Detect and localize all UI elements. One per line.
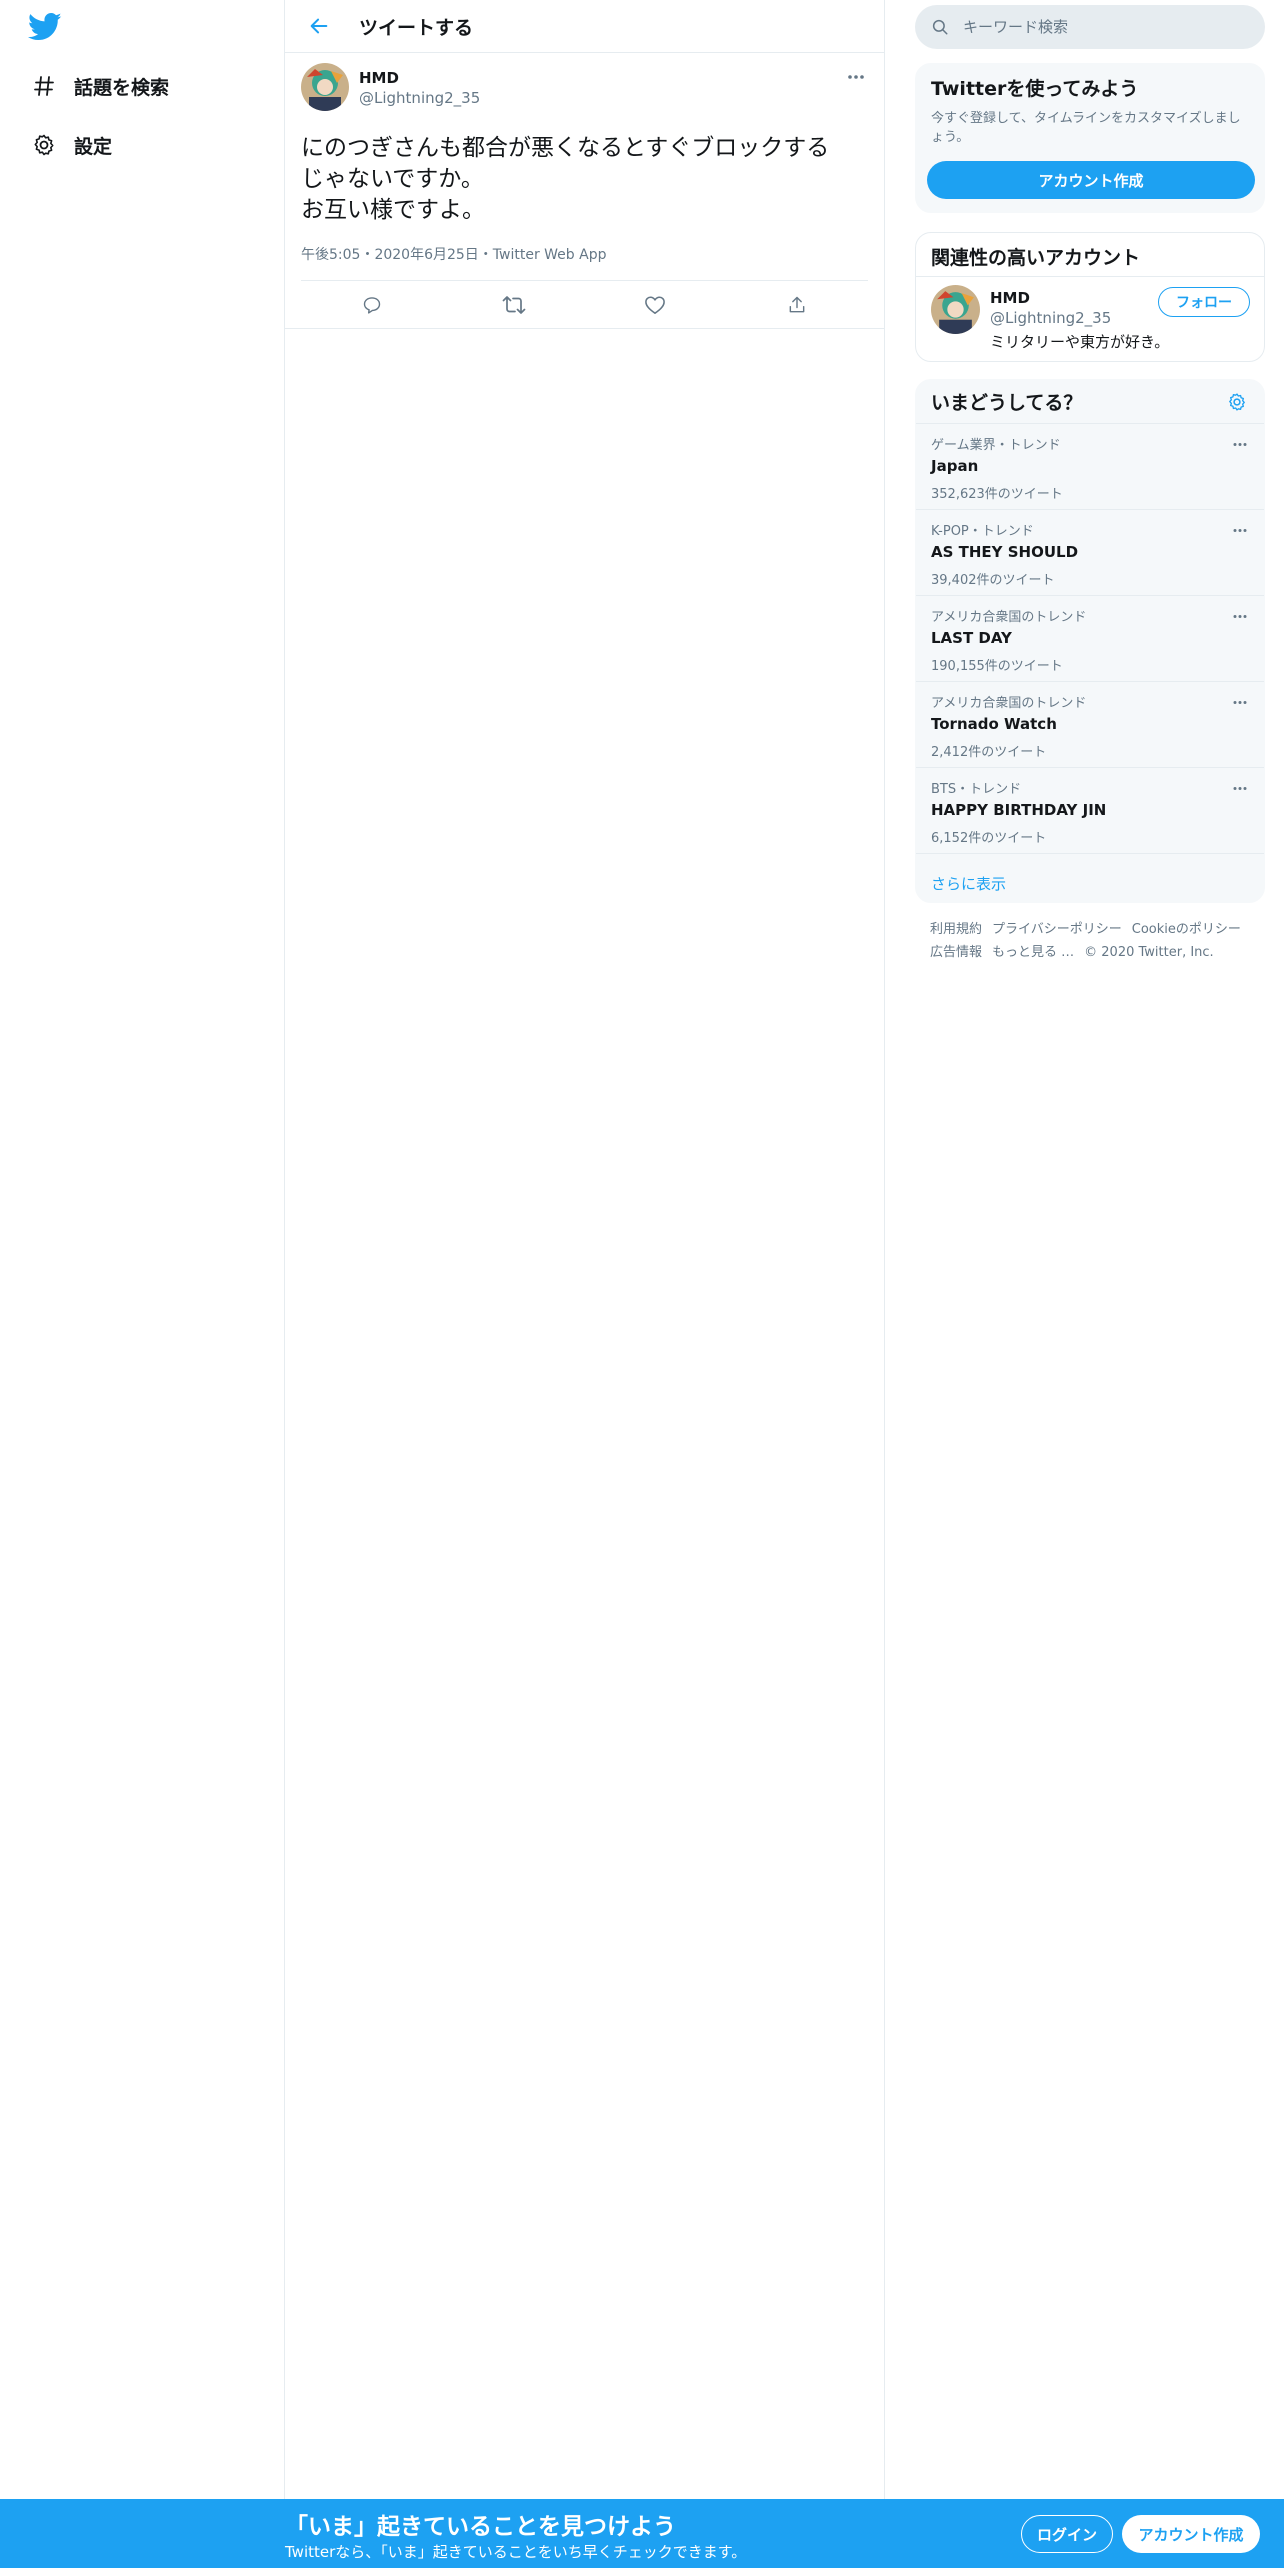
create-account-button[interactable]: アカウント作成	[927, 161, 1255, 199]
back-button[interactable]	[301, 8, 337, 44]
main-header: ツイートする	[285, 0, 884, 53]
retweet-button[interactable]	[443, 281, 585, 328]
signup-card: Twitterを使ってみよう 今すぐ登録して、タイムラインをカスタマイズしましょ…	[915, 63, 1265, 213]
trends-settings-button[interactable]	[1225, 390, 1249, 414]
search-input[interactable]	[963, 18, 1243, 36]
retweet-icon	[502, 295, 525, 314]
trend-more-button[interactable]	[1228, 522, 1252, 538]
trend-name: Tornado Watch	[931, 715, 1057, 733]
avatar[interactable]	[931, 285, 980, 334]
like-button[interactable]	[585, 281, 727, 328]
trend-context: BTS・トレンド	[931, 782, 1022, 797]
tweet-author-handle[interactable]: @Lightning2_35	[359, 89, 480, 107]
show-more-link[interactable]: さらに表示	[916, 854, 1264, 912]
twitter-bird-icon[interactable]	[27, 12, 62, 42]
trend-count: 6,152件のツイート	[931, 831, 1047, 846]
trend-item[interactable]: ゲーム業界・トレンド Japan 352,623件のツイート	[916, 424, 1264, 510]
banner-title: 「いま」起きていることを見つけよう	[285, 2514, 676, 2540]
trend-more-button[interactable]	[1228, 780, 1252, 796]
share-icon	[789, 296, 805, 312]
nav-settings[interactable]: 設定	[28, 125, 112, 165]
follow-button[interactable]: フォロー	[1158, 287, 1250, 317]
trend-count: 2,412件のツイート	[931, 745, 1047, 760]
tweet-detail: HMD @Lightning2_35 にのつぎさんも都合が悪くなるとすぐブロック…	[285, 53, 884, 329]
footer-link-ads[interactable]: 広告情報	[930, 945, 982, 960]
footer-link-cookies[interactable]: Cookieのポリシー	[1132, 922, 1241, 937]
more-horizontal-icon	[1233, 442, 1247, 446]
like-icon	[645, 296, 666, 314]
trend-count: 190,155件のツイート	[931, 659, 1063, 674]
signup-card-title: Twitterを使ってみよう	[931, 78, 1139, 100]
trend-context: アメリカ合衆国のトレンド	[931, 696, 1087, 711]
search-box[interactable]	[915, 5, 1265, 49]
more-horizontal-icon	[1233, 528, 1247, 532]
more-horizontal-icon	[848, 75, 864, 79]
tweet-text: にのつぎさんも都合が悪くなるとすぐブロックする じゃないですか。 お互い様ですよ…	[301, 133, 869, 226]
hashtag-icon	[28, 70, 60, 102]
trend-item[interactable]: BTS・トレンド HAPPY BIRTHDAY JIN 6,152件のツイート	[916, 768, 1264, 854]
reply-icon	[363, 296, 381, 314]
main-column: ツイートする HMD @Lightning2_35 にのつぎさんも都合が悪くなる…	[285, 0, 885, 2568]
related-user[interactable]: HMD @Lightning2_35 ミリタリーや東方が好き。 フォロー	[916, 277, 1264, 360]
tweet-actions	[285, 281, 884, 329]
tweet-text-line: にのつぎさんも都合が悪くなるとすぐブロックする	[301, 135, 830, 161]
search-icon	[932, 19, 948, 35]
tweet-text-line: お互い様ですよ。	[301, 197, 485, 223]
trend-name: HAPPY BIRTHDAY JIN	[931, 801, 1107, 819]
trends-title: いまどうしてる？	[931, 392, 1083, 414]
arrow-left-icon	[310, 18, 328, 34]
footer-link-privacy[interactable]: プライバシーポリシー	[992, 922, 1122, 937]
tweet-text-line: じゃないですか。	[301, 166, 484, 192]
trend-context: K-POP・トレンド	[931, 524, 1034, 539]
related-user-bio: ミリタリーや東方が好き。	[990, 333, 1170, 351]
footer: 利用規約 プライバシーポリシー Cookieのポリシー 広告情報 もっと見る … © 2…	[930, 918, 1260, 964]
reply-button[interactable]	[301, 281, 443, 328]
trend-item[interactable]: アメリカ合衆国のトレンド Tornado Watch 2,412件のツイート	[916, 682, 1264, 768]
avatar[interactable]	[301, 63, 349, 111]
gear-icon	[28, 129, 60, 161]
signup-card-description: 今すぐ登録して、タイムラインをカスタマイズしましょう。	[931, 111, 1241, 145]
nav-explore-label: 話題を検索	[74, 76, 170, 99]
footer-link-terms[interactable]: 利用規約	[930, 922, 982, 937]
tweet-timestamp[interactable]: 午後5:05・2020年6月25日・Twitter Web App	[301, 244, 868, 281]
related-accounts-title: 関連性の高いアカウント	[916, 233, 1264, 277]
trend-name: AS THEY SHOULD	[931, 543, 1079, 561]
trends-card: いまどうしてる？ ゲーム業界・トレンド Japan 352,623件のツイート …	[915, 379, 1265, 903]
share-button[interactable]	[726, 281, 868, 328]
trend-context: アメリカ合衆国のトレンド	[931, 610, 1087, 625]
page-title: ツイートする	[359, 16, 474, 39]
more-horizontal-icon	[1233, 614, 1247, 618]
trend-item[interactable]: K-POP・トレンド AS THEY SHOULD 39,402件のツイート	[916, 510, 1264, 596]
trend-name: LAST DAY	[931, 629, 1012, 647]
footer-link-more[interactable]: もっと見る …	[992, 945, 1074, 960]
trend-name: Japan	[931, 457, 979, 475]
more-horizontal-icon	[1233, 786, 1247, 790]
nav-settings-label: 設定	[74, 135, 113, 158]
related-user-handle: @Lightning2_35	[990, 309, 1112, 327]
footer-copyright: © 2020 Twitter, Inc.	[1084, 945, 1214, 960]
trend-item[interactable]: アメリカ合衆国のトレンド LAST DAY 190,155件のツイート	[916, 596, 1264, 682]
tweet-author-name[interactable]: HMD	[359, 69, 480, 87]
trend-more-button[interactable]	[1228, 694, 1252, 710]
trend-more-button[interactable]	[1228, 436, 1252, 452]
banner-subtitle: Twitterなら、「いま」起きていることをいち早くチェックできます。	[285, 2543, 747, 2561]
gear-icon	[1229, 392, 1245, 411]
tweet-more-button[interactable]	[844, 67, 868, 87]
left-navigation: 話題を検索 設定	[0, 0, 285, 2568]
trend-context: ゲーム業界・トレンド	[931, 438, 1061, 453]
trend-count: 352,623件のツイート	[931, 487, 1063, 502]
trend-count: 39,402件のツイート	[931, 573, 1055, 588]
related-accounts-card: 関連性の高いアカウント HMD @Lightning2_35 ミリタリーや東方が…	[915, 232, 1265, 362]
signup-button[interactable]: アカウント作成	[1122, 2515, 1260, 2553]
more-horizontal-icon	[1233, 700, 1247, 704]
trend-more-button[interactable]	[1228, 608, 1252, 624]
signup-banner: 「いま」起きていることを見つけよう Twitterなら、「いま」起きていることを…	[0, 2499, 1284, 2568]
nav-explore[interactable]: 話題を検索	[28, 66, 169, 106]
related-user-name: HMD	[990, 289, 1030, 307]
login-button[interactable]: ログイン	[1021, 2515, 1113, 2553]
